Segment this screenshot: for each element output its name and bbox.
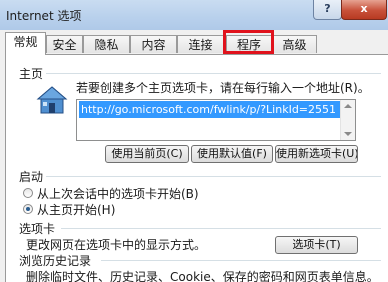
tab-strip: 常规 安全 隐私 内容 连接 程序 高级 [0, 30, 388, 55]
house-icon [36, 86, 68, 114]
homepage-url-value[interactable]: http://go.microsoft.com/fwlink/p/?LinkId… [79, 101, 340, 118]
help-button[interactable]: ? [313, 0, 342, 20]
startup-section-title: 启动 [19, 170, 44, 184]
use-new-tab-button[interactable]: 使用新选项卡(U) [275, 145, 358, 163]
tab-privacy[interactable]: 隐私 [83, 35, 130, 53]
tab-general[interactable]: 常规 [5, 32, 46, 55]
use-current-button[interactable]: 使用当前页(C) [105, 145, 189, 163]
radio-start-with-tabs[interactable] [23, 188, 33, 198]
tab-connections[interactable]: 连接 [177, 35, 224, 53]
scroll-up-arrow-icon[interactable] [344, 104, 352, 108]
homepage-url-textarea[interactable]: http://go.microsoft.com/fwlink/p/?LinkId… [76, 99, 356, 141]
startup-divider [46, 176, 381, 177]
history-description: 删除临时文件、历史记录、Cookie、保存的密码和网页表单信息。 [26, 270, 379, 282]
title-bar: Internet 选项 ? x [0, 0, 388, 30]
tabs-settings-button[interactable]: 选项卡(T) [275, 236, 358, 254]
general-tab-panel: 主页 若要创建多个主页选项卡，请在每行输入一个地址(R)。 http://go.… [5, 54, 388, 282]
tabs-section-title: 选项卡 [19, 222, 56, 236]
start-with-tabs-label[interactable]: 从上次会话中的选项卡开始(B) [37, 185, 199, 202]
tabs-description: 更改网页在选项卡中的显示方式。 [26, 238, 207, 252]
tab-advanced[interactable]: 高级 [272, 35, 317, 53]
homepage-description: 若要创建多个主页选项卡，请在每行输入一个地址(R)。 [76, 81, 370, 95]
tabs-divider [61, 228, 381, 229]
start-with-home-label[interactable]: 从主页开始(H) [37, 201, 115, 218]
tab-programs[interactable]: 程序 [226, 35, 272, 53]
radio-start-with-home[interactable] [23, 204, 33, 214]
homepage-section-title: 主页 [19, 67, 44, 81]
use-default-button[interactable]: 使用默认值(F) [191, 145, 273, 163]
close-button[interactable]: x [341, 0, 387, 20]
url-scrollbar[interactable] [340, 100, 355, 140]
scroll-down-arrow-icon[interactable] [344, 132, 352, 136]
history-section-title: 浏览历史记录 [19, 254, 92, 268]
tab-security[interactable]: 安全 [46, 35, 83, 53]
window-title: Internet 选项 [6, 9, 82, 23]
tab-content[interactable]: 内容 [130, 35, 177, 53]
homepage-divider [46, 73, 381, 74]
history-divider [101, 260, 381, 261]
internet-options-dialog: Internet 选项 ? x 常规 安全 隐私 内容 连接 程序 高级 主页 … [0, 0, 388, 282]
